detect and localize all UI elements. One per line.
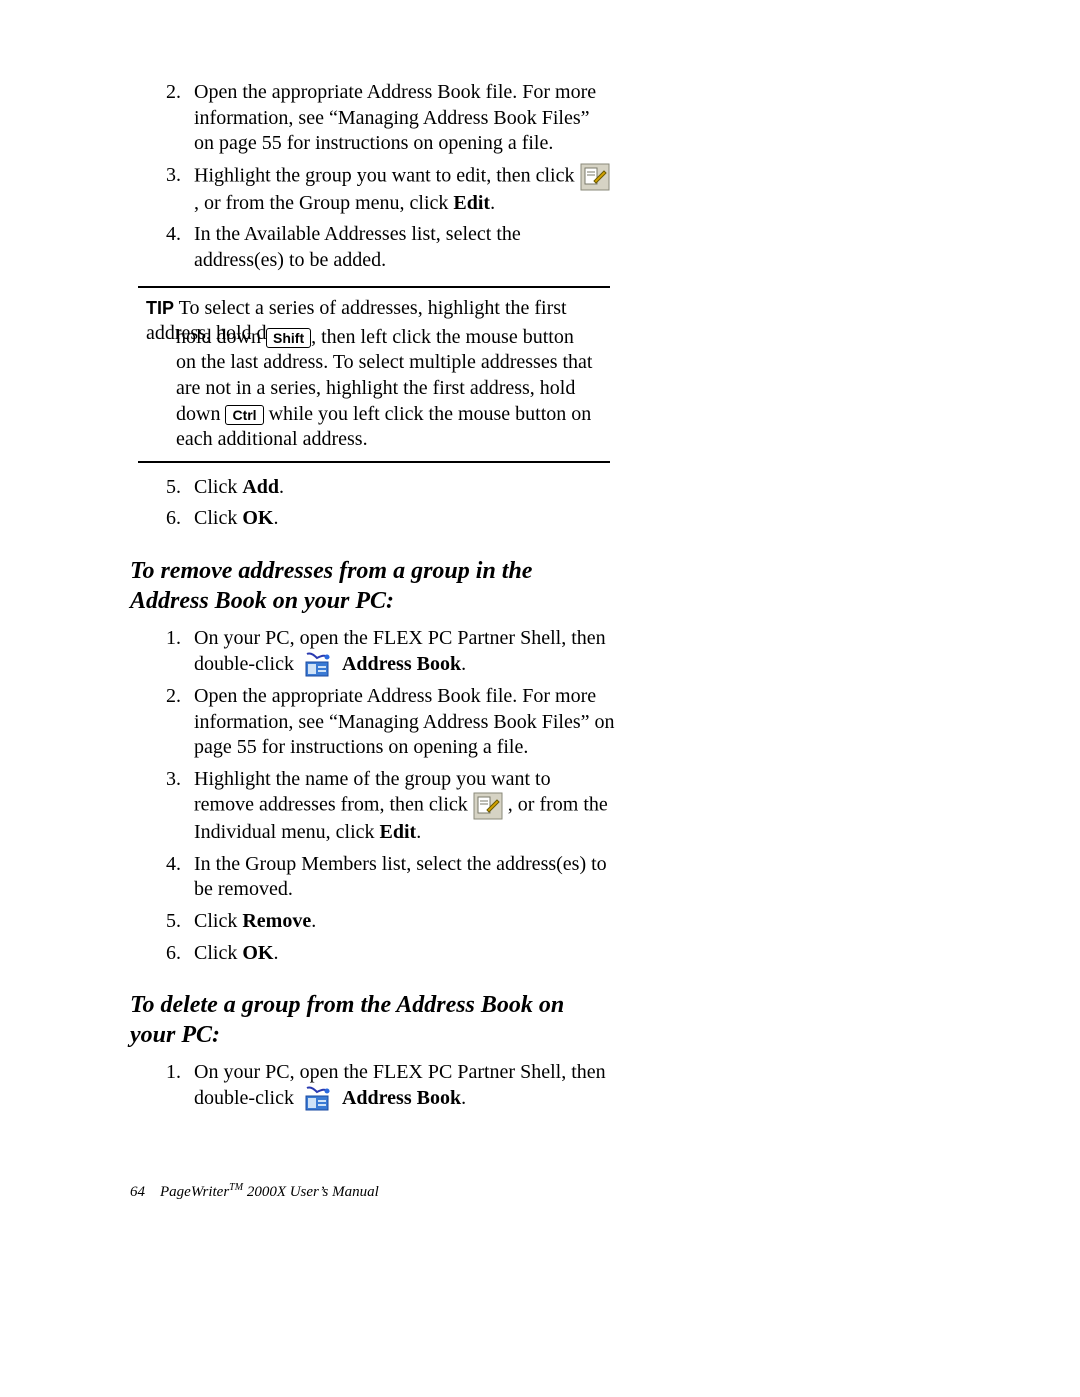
list-text: Highlight the name of the group you want… <box>194 767 614 846</box>
list-text: Open the appropriate Address Book file. … <box>194 80 614 157</box>
list-text: Highlight the group you want to edit, th… <box>194 163 614 217</box>
list-item: 3. Highlight the group you want to edit,… <box>166 163 900 217</box>
tip-label: TIP <box>146 298 174 318</box>
list-item: 4. In the Group Members list, select the… <box>166 852 900 903</box>
list-text: Click Remove. <box>194 909 316 935</box>
address-book-icon <box>303 1086 333 1112</box>
list-text: Open the appropriate Address Book file. … <box>194 684 634 761</box>
list-item: 2. Open the appropriate Address Book fil… <box>166 684 900 761</box>
list-text: On your PC, open the FLEX PC Partner She… <box>194 1060 614 1112</box>
list-number: 3. <box>166 767 194 846</box>
page-footer: 64 PageWriterTM 2000X User’s Manual <box>130 1182 900 1202</box>
list-text: Click OK. <box>194 941 278 967</box>
list-item: 5. Click Add. <box>166 475 900 501</box>
address-book-icon <box>303 652 333 678</box>
ordered-list-add-addresses: 2. Open the appropriate Address Book fil… <box>166 80 900 274</box>
list-text: Click Add. <box>194 475 284 501</box>
list-number: 4. <box>166 222 194 273</box>
list-item: 1. On your PC, open the FLEX PC Partner … <box>166 1060 900 1112</box>
list-item: 4. In the Available Addresses list, sele… <box>166 222 900 273</box>
list-item: 2. Open the appropriate Address Book fil… <box>166 80 900 157</box>
list-number: 4. <box>166 852 194 903</box>
list-item: 6. Click OK. <box>166 941 900 967</box>
document-page: 2. Open the appropriate Address Book fil… <box>0 0 1080 1262</box>
footer-rest: 2000X User’s Manual <box>243 1184 379 1200</box>
list-text: Click OK. <box>194 506 278 532</box>
tip-box: TIP To select a series of addresses, hig… <box>138 286 610 463</box>
list-number: 6. <box>166 506 194 532</box>
ordered-list-delete-group: 1. On your PC, open the FLEX PC Partner … <box>166 1060 900 1112</box>
list-number: 3. <box>166 163 194 217</box>
list-number: 1. <box>166 1060 194 1112</box>
footer-title: PageWriter <box>160 1184 229 1200</box>
ordered-list-remove-addresses: 1. On your PC, open the FLEX PC Partner … <box>166 626 900 966</box>
trademark-symbol: TM <box>229 1182 243 1193</box>
list-number: 1. <box>166 626 194 678</box>
list-text: On your PC, open the FLEX PC Partner She… <box>194 626 614 678</box>
list-text: In the Available Addresses list, select … <box>194 222 614 273</box>
list-text: In the Group Members list, select the ad… <box>194 852 614 903</box>
list-number: 6. <box>166 941 194 967</box>
list-item: 5. Click Remove. <box>166 909 900 935</box>
list-item: 3. Highlight the name of the group you w… <box>166 767 900 846</box>
edit-icon <box>473 792 503 820</box>
ctrl-key-icon: Ctrl <box>225 405 263 425</box>
list-number: 2. <box>166 80 194 157</box>
page-number: 64 <box>130 1184 145 1200</box>
list-number: 5. <box>166 909 194 935</box>
list-item: 6. Click OK. <box>166 506 900 532</box>
list-item: 1. On your PC, open the FLEX PC Partner … <box>166 626 900 678</box>
edit-icon <box>580 163 610 191</box>
ordered-list-add-addresses-cont: 5. Click Add. 6. Click OK. <box>166 475 900 532</box>
section-heading-remove-addresses: To remove addresses from a group in the … <box>130 556 600 616</box>
section-heading-delete-group: To delete a group from the Address Book … <box>130 990 600 1050</box>
shift-key-icon: Shift <box>266 328 311 348</box>
list-number: 2. <box>166 684 194 761</box>
list-number: 5. <box>166 475 194 501</box>
